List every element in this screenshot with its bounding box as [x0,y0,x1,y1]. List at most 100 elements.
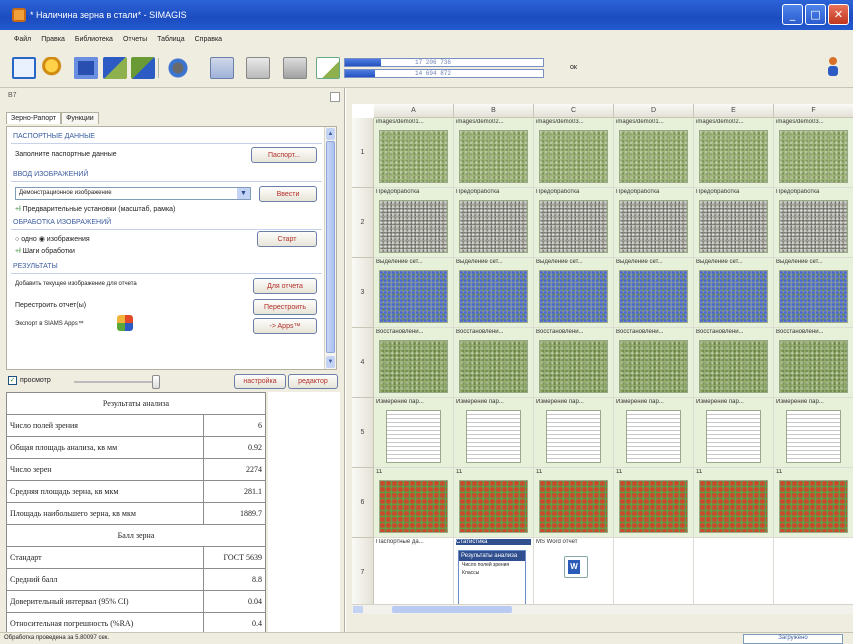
for-report-button[interactable]: Для отчета [253,278,317,294]
grid-cell[interactable] [694,538,774,608]
grid-cell[interactable]: Предобработка [694,188,774,258]
thumbnail-image[interactable] [459,480,528,533]
row-header[interactable]: 2 [352,188,374,258]
tab-functions[interactable]: Функции [61,112,99,124]
thumbnail-image[interactable] [619,480,688,533]
menu-edit[interactable]: Правка [41,36,65,43]
chevron-down-icon[interactable]: ▼ [237,188,250,199]
grid-cell[interactable]: 11 [694,468,774,538]
thumbnail-image[interactable] [379,130,448,183]
thumbnail-image[interactable] [779,200,848,253]
rebuild-button[interactable]: Перестроить [253,299,317,315]
thumbnail-image[interactable] [699,480,768,533]
row-header[interactable]: 1 [352,118,374,188]
document-icon[interactable] [283,57,307,79]
grid-cell[interactable]: images/demo01... [374,118,454,188]
row-header[interactable]: 3 [352,258,374,328]
tab-grain-report[interactable]: Зерно-Рапорт [6,112,62,124]
grid-cell[interactable]: Измерение пар... [774,398,853,468]
thumbnail-image[interactable] [706,410,761,463]
menu-reports[interactable]: Отчеты [123,36,147,43]
copy-icon[interactable] [210,57,234,79]
grid-cell[interactable] [614,538,694,608]
menu-file[interactable]: Файл [14,36,31,43]
paste-icon[interactable] [246,57,270,79]
row-header[interactable]: 6 [352,468,374,538]
grid-cell[interactable]: Предобработка [774,188,853,258]
scroll-down-icon[interactable]: ▼ [326,356,335,368]
import-icon[interactable] [103,57,127,79]
column-header[interactable]: B [454,104,534,118]
scroll-thumb[interactable] [326,141,335,353]
grid-cell[interactable]: Выделение сет... [614,258,694,328]
thumbnail-image[interactable] [779,480,848,533]
grid-cell[interactable]: images/demo02... [454,118,534,188]
menu-library[interactable]: Библиотека [75,36,113,43]
thumbnail-image[interactable] [459,200,528,253]
grid-cell[interactable]: Выделение сет... [694,258,774,328]
grid-cell[interactable]: Восстановлени... [694,328,774,398]
column-header[interactable]: C [534,104,614,118]
settings-button[interactable]: настройка [234,374,286,389]
column-header[interactable]: F [774,104,853,118]
thumbnail-image[interactable] [619,270,688,323]
grid-cell[interactable]: Предобработка [454,188,534,258]
preview-slider-track[interactable] [74,381,158,383]
column-header[interactable]: A [374,104,454,118]
grid-cell[interactable]: Выделение сет... [774,258,853,328]
radio-one[interactable]: ○ [15,236,19,243]
thumbnail-image[interactable] [539,480,608,533]
row-header[interactable]: 5 [352,398,374,468]
thumbnail-image[interactable] [386,410,441,463]
grid-cell[interactable]: Восстановлени... [614,328,694,398]
grid-cell[interactable]: Восстановлени... [774,328,853,398]
grid-cell[interactable]: Восстановлени... [374,328,454,398]
scroll-left-icon[interactable] [353,606,363,613]
grid-cell[interactable]: images/demo03... [774,118,853,188]
thumbnail-image[interactable] [466,410,521,463]
image-source-select[interactable]: Демонстрационное изображение ▼ [15,187,251,200]
thumbnail-image[interactable] [459,340,528,393]
grid-cell[interactable]: 11 [534,468,614,538]
grid-cell[interactable]: Восстановлени... [534,328,614,398]
thumbnail-image[interactable] [699,200,768,253]
export-apps-button[interactable]: -> Apps™ [253,318,317,334]
grid-cell[interactable]: 11 [774,468,853,538]
thumbnail-image[interactable] [699,340,768,393]
grid-cell[interactable]: 11 [454,468,534,538]
maximize-button[interactable]: □ [805,4,826,25]
users-icon[interactable] [825,56,841,78]
grid-cell[interactable]: Измерение пар... [454,398,534,468]
thumbnail-image[interactable] [459,130,528,183]
grid-cell[interactable]: Измерение пар... [534,398,614,468]
thumbnail-image[interactable] [619,130,688,183]
grid-cell[interactable]: Выделение сет... [374,258,454,328]
steps-link[interactable]: +ł Шаги обработки [15,248,75,255]
grid-icon[interactable] [12,57,36,79]
statistics-preview[interactable]: Результаты анализа Число полей зрения Клас… [458,550,526,605]
grid-cell[interactable]: Восстановлени... [454,328,534,398]
thumbnail-image[interactable] [699,130,768,183]
close-button[interactable]: ✕ [828,4,849,25]
open-icon[interactable] [42,57,66,79]
grid-cell[interactable]: Предобработка [534,188,614,258]
menu-table[interactable]: Таблица [157,36,184,43]
thumbnail-image[interactable] [539,270,608,323]
input-button[interactable]: Ввести [259,186,317,202]
row-header[interactable]: 7 [352,538,374,608]
grid-cell[interactable]: 11 [614,468,694,538]
grid-cell[interactable]: 11 [374,468,454,538]
grid-cell[interactable]: Выделение сет... [534,258,614,328]
grid-cell[interactable]: Выделение сет... [454,258,534,328]
report-icon[interactable] [316,57,340,79]
start-button[interactable]: Старт [257,231,317,247]
thumbnail-image[interactable] [379,480,448,533]
grid-cell[interactable]: MS Word отчет W [534,538,614,608]
editor-button[interactable]: редактор [288,374,338,389]
export-icon[interactable] [131,57,155,79]
menu-help[interactable]: Справка [195,36,222,43]
thumbnail-image[interactable] [699,270,768,323]
grid-cell[interactable]: images/demo03... [534,118,614,188]
column-header[interactable]: D [614,104,694,118]
presets-link[interactable]: +ł Предварительные установки (масштаб, р… [15,206,175,213]
